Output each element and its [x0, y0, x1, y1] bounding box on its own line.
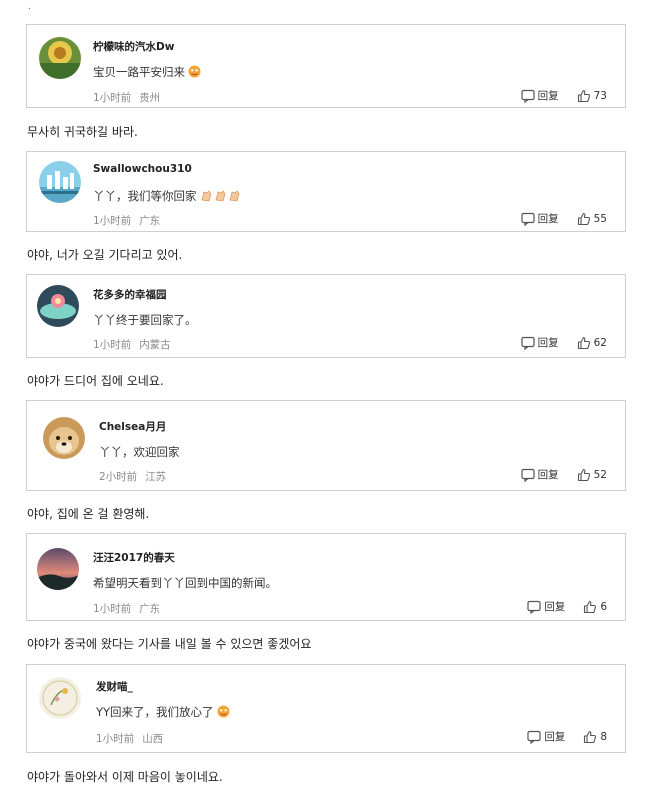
- comment-body: 丫丫，我们等你回家: [93, 189, 197, 203]
- comment-actions: 回复 8: [527, 729, 607, 744]
- location-label: 江苏: [145, 471, 167, 483]
- comment-card: 发财喵_ YY回来了，我们放心了 1小时前 山西 回复 8: [26, 664, 626, 753]
- like-count: 6: [600, 600, 607, 613]
- username[interactable]: 汪汪2017的春天: [93, 550, 175, 565]
- time-label: 1小时前: [93, 603, 132, 615]
- comment-body: 希望明天看到丫丫回到中国的新闻。: [93, 576, 277, 590]
- comment-card: 汪汪2017的春天 希望明天看到丫丫回到中国的新闻。 1小时前 广东 回复 6: [26, 533, 626, 621]
- thumbs-up-icon[interactable]: [577, 89, 591, 103]
- translation-text: 야야가 돌아와서 이제 마음이 놓이네요.: [27, 770, 223, 784]
- thumbs-up-icon[interactable]: [583, 600, 597, 614]
- comment-actions: 回复 73: [521, 88, 607, 103]
- comment-meta: 1小时前 内蒙古: [93, 337, 171, 352]
- thumbs-up-icon[interactable]: [577, 468, 591, 482]
- clap-icon: [200, 190, 242, 205]
- face-icon: [188, 65, 201, 81]
- location-label: 山西: [142, 733, 164, 745]
- comment-text: YY回来了，我们放心了: [96, 704, 230, 721]
- translation-text: 야야가 드디어 집에 오네요.: [27, 374, 164, 388]
- time-label: 1小时前: [93, 92, 132, 104]
- translation-text: 야야, 집에 온 걸 환영해.: [27, 507, 150, 521]
- comment-text: 希望明天看到丫丫回到中国的新闻。: [93, 575, 277, 591]
- comment-text: 宝贝一路平安归来: [93, 64, 201, 81]
- time-label: 1小时前: [93, 339, 132, 351]
- thumbs-up-icon[interactable]: [577, 336, 591, 350]
- thumbs-up-icon[interactable]: [583, 730, 597, 744]
- translation-text: 야야가 중국에 왔다는 기사를 내일 볼 수 있으면 좋겠어요: [27, 637, 312, 651]
- comment-meta: 1小时前 贵州: [93, 90, 160, 105]
- location-label: 广东: [139, 603, 161, 615]
- reply-button[interactable]: 回复: [538, 335, 559, 350]
- comment-actions: 回复 55: [521, 211, 607, 226]
- comment-card: 柠檬味的汽水Dw 宝贝一路平安归来 1小时前 贵州 回复 73: [26, 24, 626, 108]
- reply-icon[interactable]: [521, 336, 535, 350]
- comment-meta: 1小时前 广东: [93, 601, 160, 616]
- location-label: 内蒙古: [139, 339, 171, 351]
- like-count: 8: [600, 730, 607, 743]
- comment-actions: 回复 62: [521, 335, 607, 350]
- like-count: 73: [593, 89, 607, 102]
- comment-text: 丫丫，我们等你回家: [93, 188, 242, 205]
- comment-meta: 1小时前 山西: [96, 731, 163, 746]
- avatar[interactable]: [37, 548, 79, 590]
- reply-button[interactable]: 回复: [538, 88, 559, 103]
- comment-text: 丫丫，欢迎回家: [99, 444, 180, 460]
- reply-icon[interactable]: [521, 89, 535, 103]
- reply-icon[interactable]: [527, 730, 541, 744]
- reply-button[interactable]: 回复: [544, 729, 565, 744]
- avatar[interactable]: [39, 161, 81, 203]
- comment-actions: 回复 52: [521, 467, 607, 482]
- username[interactable]: 发财喵_: [96, 679, 133, 694]
- reply-button[interactable]: 回复: [538, 467, 559, 482]
- comment-card: Swallowchou310 丫丫，我们等你回家 1小时前 广东 回复 55: [26, 151, 626, 232]
- avatar[interactable]: [39, 677, 81, 719]
- top-mark: .: [28, 2, 31, 12]
- comment-card: 花多多的幸福园 丫丫终于要回家了。 1小时前 内蒙古 回复 62: [26, 274, 626, 358]
- comment-text: 丫丫终于要回家了。: [93, 312, 197, 328]
- translation-text: 무사히 귀국하길 바라.: [27, 125, 138, 139]
- like-count: 52: [593, 468, 607, 481]
- username[interactable]: Chelsea月月: [99, 419, 166, 434]
- like-count: 55: [593, 212, 607, 225]
- reply-button[interactable]: 回复: [538, 211, 559, 226]
- reply-button[interactable]: 回复: [544, 599, 565, 614]
- thumbs-up-icon[interactable]: [577, 212, 591, 226]
- time-label: 2小时前: [99, 471, 138, 483]
- comment-card: Chelsea月月 丫丫，欢迎回家 2小时前 江苏 回复 52: [26, 400, 626, 491]
- location-label: 广东: [139, 215, 161, 227]
- translation-text: 야야, 너가 오길 기다리고 있어.: [27, 248, 183, 262]
- location-label: 贵州: [139, 92, 161, 104]
- face-icon: [217, 705, 230, 721]
- avatar[interactable]: [43, 417, 85, 459]
- comment-actions: 回复 6: [527, 599, 607, 614]
- time-label: 1小时前: [96, 733, 135, 745]
- comment-body: YY回来了，我们放心了: [96, 705, 214, 719]
- avatar[interactable]: [37, 285, 79, 327]
- like-count: 62: [593, 336, 607, 349]
- comment-meta: 1小时前 广东: [93, 213, 160, 228]
- reply-icon[interactable]: [521, 212, 535, 226]
- reply-icon[interactable]: [527, 600, 541, 614]
- comment-body: 丫丫终于要回家了。: [93, 313, 197, 327]
- username[interactable]: 柠檬味的汽水Dw: [93, 39, 174, 54]
- time-label: 1小时前: [93, 215, 132, 227]
- comment-body: 宝贝一路平安归来: [93, 65, 185, 79]
- avatar[interactable]: [39, 37, 81, 79]
- reply-icon[interactable]: [521, 468, 535, 482]
- username[interactable]: 花多多的幸福园: [93, 287, 167, 302]
- comment-body: 丫丫，欢迎回家: [99, 445, 180, 459]
- username[interactable]: Swallowchou310: [93, 163, 192, 175]
- comment-meta: 2小时前 江苏: [99, 469, 166, 484]
